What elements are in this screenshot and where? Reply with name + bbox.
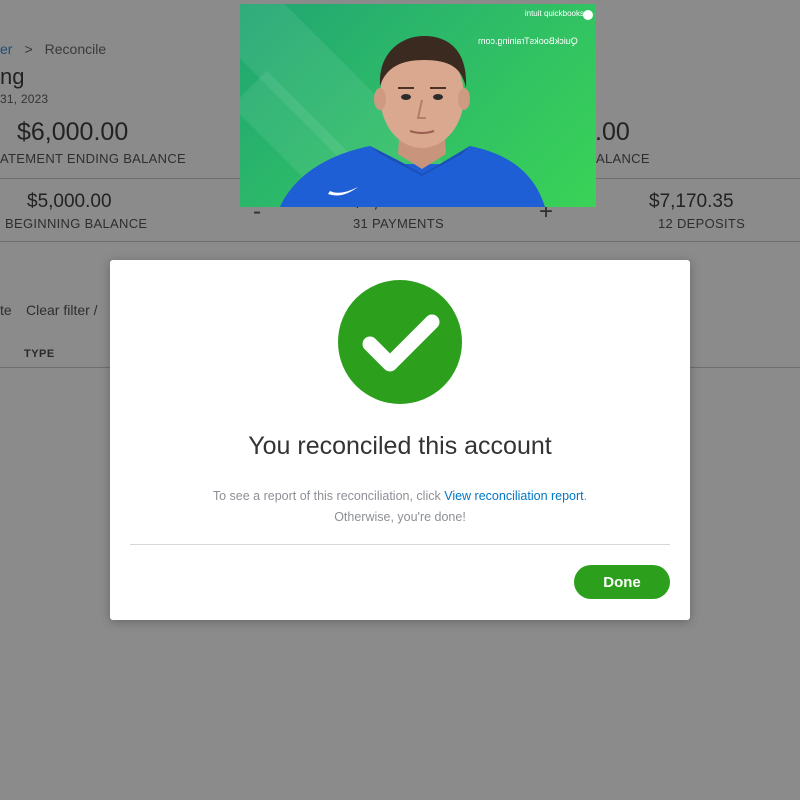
dialog-message-line2: Otherwise, you're done! [334,510,466,524]
beginning-balance-amount: $5,000.00 [27,191,112,212]
statement-date: 31, 2023 [0,92,49,106]
breadcrumb: er > Reconcile [0,41,106,57]
statement-ending-balance-label: ATEMENT ENDING BALANCE [0,151,186,166]
dialog-divider [130,544,670,545]
success-check-icon [338,280,462,404]
dialog-message-suffix: . [583,489,588,503]
presenter-person-image [280,36,545,207]
view-reconciliation-report-link[interactable]: View reconciliation report [444,489,583,503]
statement-ending-balance-amount: $6,000.00 [17,118,129,146]
deposits-label: 12 DEPOSITS [658,216,746,231]
payments-label: 31 PAYMENTS [353,216,444,231]
dialog-title: You reconciled this account [248,432,552,460]
presenter-video-overlay: intuit quickbooks QuickBooksTraining.com [240,4,596,207]
breadcrumb-separator: > [24,41,33,57]
difference-label: ALANCE [596,151,650,166]
breadcrumb-parent-link[interactable]: er [0,41,12,57]
column-header-type[interactable]: TYPE [24,348,55,360]
dialog-message: To see a report of this reconciliation, … [110,486,690,528]
clear-filter-link[interactable]: Clear filter / [26,302,98,318]
account-title: ng [0,64,25,89]
done-button[interactable]: Done [574,565,670,599]
summary-bottom-divider [0,241,800,242]
dialog-message-prefix: To see a report of this reconciliation, … [212,489,445,503]
filter-date-fragment[interactable]: te [0,302,12,318]
beginning-balance-label: BEGINNING BALANCE [5,216,148,231]
breadcrumb-current: Reconcile [44,41,107,57]
difference-amount: .00 [595,118,630,146]
deposits-amount: $7,170.35 [649,191,734,212]
reconcile-success-dialog: You reconciled this account To see a rep… [110,260,690,620]
